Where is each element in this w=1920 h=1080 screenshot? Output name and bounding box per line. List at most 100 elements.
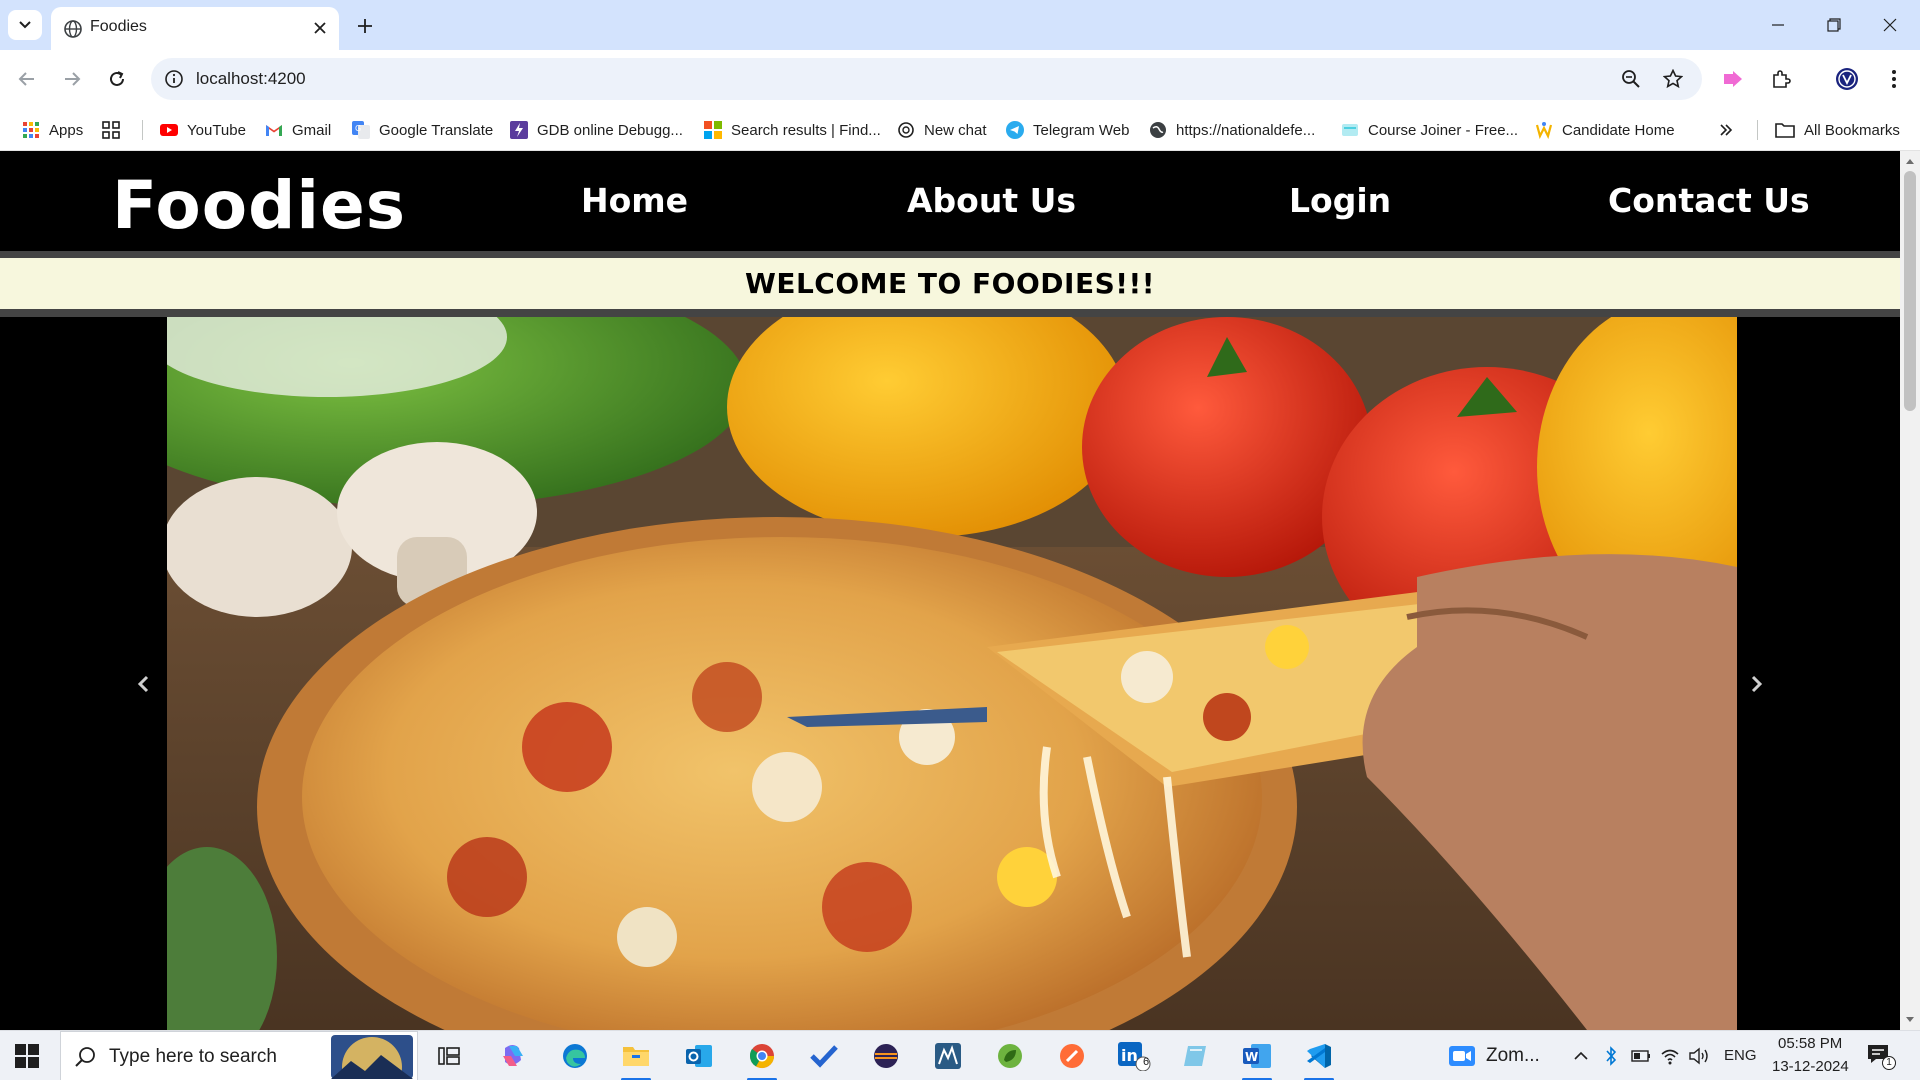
browser-tab-active[interactable]: Foodies [51, 7, 339, 50]
close-icon [1883, 18, 1897, 32]
bookmark-gmail[interactable]: Gmail [265, 118, 331, 142]
outlook-icon [686, 1045, 712, 1067]
taskbar-search-box[interactable]: Type here to search [60, 1031, 418, 1080]
tab-search-button[interactable] [8, 10, 42, 40]
close-icon [314, 22, 326, 34]
chevron-left-icon [137, 675, 149, 693]
close-window-button[interactable] [1862, 0, 1918, 50]
vscode-icon [1307, 1044, 1331, 1068]
bookmark-star-button[interactable] [1661, 67, 1685, 91]
windows-start-icon[interactable] [14, 1043, 40, 1069]
reload-button[interactable] [100, 62, 134, 96]
taskbar-mysql-workbench[interactable] [929, 1038, 967, 1074]
bookmark-apps[interactable]: Apps [22, 118, 83, 142]
bookmark-new-chat[interactable]: New chat [897, 118, 987, 142]
taskbar-word[interactable]: W [1238, 1038, 1276, 1080]
taskbar-linkedin[interactable]: in 6 [1115, 1038, 1153, 1074]
volume-icon[interactable] [1688, 1047, 1710, 1065]
scroll-thumb[interactable] [1904, 171, 1916, 411]
welcome-divider [0, 309, 1900, 317]
scroll-down-icon[interactable] [1900, 1013, 1920, 1027]
restore-button[interactable] [1806, 0, 1862, 50]
notes-icon [1184, 1046, 1206, 1066]
scroll-up-icon[interactable] [1900, 154, 1920, 168]
taskbar-postman[interactable] [1053, 1038, 1091, 1074]
taskbar-chrome[interactable] [743, 1038, 781, 1080]
star-icon [1663, 69, 1683, 89]
browser-menu-button[interactable] [1880, 65, 1908, 93]
bookmarks-overflow-button[interactable] [1718, 118, 1734, 142]
chevron-right-icon [1751, 675, 1763, 693]
carousel-next-button[interactable] [1742, 669, 1772, 699]
taskbar-spring-tool[interactable] [991, 1038, 1029, 1074]
welcome-text: WELCOME TO FOODIES!!! [744, 267, 1156, 300]
extension-button[interactable] [1719, 65, 1747, 93]
apps-grid-icon [23, 122, 39, 138]
taskbar-zoom[interactable]: Zom... [1448, 1038, 1578, 1074]
chevrons-right-icon [1720, 124, 1733, 136]
zoom-button[interactable] [1619, 67, 1643, 91]
globe-icon [64, 20, 82, 38]
tray-overflow-icon[interactable] [1573, 1050, 1589, 1062]
nav-login[interactable]: Login [1289, 181, 1391, 220]
windows-taskbar: Type here to search in 6 W Zom... ENG 05… [0, 1030, 1920, 1080]
search-placeholder: Type here to search [109, 1046, 277, 1067]
minimize-icon [1772, 24, 1784, 26]
bookmark-gdb-online[interactable]: GDB online Debugg... [510, 118, 683, 142]
taskbar-eclipse[interactable] [867, 1038, 905, 1074]
new-tab-button[interactable] [351, 12, 379, 40]
battery-icon[interactable] [1631, 1049, 1651, 1063]
bookmark-google-translate[interactable]: G Google Translate [352, 118, 493, 142]
task-view-button[interactable] [430, 1038, 468, 1074]
bookmark-candidate-home[interactable]: Candidate Home [1535, 118, 1675, 142]
svg-text:W: W [1245, 1050, 1258, 1064]
bookmark-course-joiner[interactable]: Course Joiner - Free... [1341, 118, 1518, 142]
taskbar-todo[interactable] [805, 1038, 843, 1074]
translate-icon: G [352, 121, 370, 139]
bookmark-tab-groups[interactable] [102, 118, 129, 142]
notification-center-button[interactable]: 1 [1866, 1043, 1896, 1071]
bluetooth-icon[interactable] [1604, 1046, 1618, 1066]
bookmark-nationaldefe[interactable]: https://nationaldefe... [1149, 118, 1315, 142]
carousel-prev-button[interactable] [128, 669, 158, 699]
site-navbar: Foodies Home About Us Login Contact Us [0, 151, 1900, 251]
nav-home[interactable]: Home [581, 181, 688, 220]
taskbar-notes[interactable] [1177, 1038, 1215, 1074]
bookmark-search-results[interactable]: Search results | Find... [704, 118, 881, 142]
forward-button[interactable] [55, 62, 89, 96]
more-vertical-icon [1892, 70, 1896, 88]
url-text[interactable]: localhost:4200 [196, 69, 306, 89]
extensions-menu-button[interactable] [1767, 65, 1795, 93]
taskbar-vscode[interactable] [1300, 1038, 1338, 1080]
taskbar-file-explorer[interactable] [617, 1038, 655, 1080]
back-button[interactable] [10, 62, 44, 96]
wifi-icon[interactable] [1660, 1047, 1680, 1065]
minimize-button[interactable] [1750, 0, 1806, 50]
postman-icon [1060, 1044, 1084, 1068]
address-bar[interactable]: localhost:4200 [151, 58, 1702, 100]
all-bookmarks[interactable]: All Bookmarks [1775, 118, 1900, 142]
taskbar-edge[interactable] [556, 1038, 594, 1074]
arrow-left-icon [18, 72, 34, 86]
nav-about-us[interactable]: About Us [907, 181, 1076, 220]
arrow-right-icon [65, 72, 81, 86]
page-scrollbar[interactable] [1900, 151, 1920, 1030]
language-indicator[interactable]: ENG [1724, 1047, 1757, 1064]
bookmark-telegram[interactable]: Telegram Web [1006, 118, 1129, 142]
chevron-down-icon [19, 21, 31, 29]
tab-title: Foodies [90, 18, 147, 35]
tab-close-button[interactable] [309, 17, 331, 39]
site-brand[interactable]: Foodies [112, 167, 406, 244]
svg-text:G: G [355, 124, 361, 133]
clock-time[interactable]: 05:58 PM [1778, 1035, 1842, 1052]
bookmark-youtube[interactable]: YouTube [160, 118, 246, 142]
info-icon[interactable] [163, 68, 185, 90]
taskbar-copilot[interactable] [494, 1038, 532, 1074]
nav-contact-us[interactable]: Contact Us [1608, 181, 1810, 220]
folder-icon [623, 1047, 649, 1066]
pizza-photo [167, 317, 1737, 1030]
profile-button[interactable] [1833, 65, 1861, 93]
edge-icon [563, 1044, 587, 1068]
taskbar-outlook[interactable] [680, 1038, 718, 1074]
clock-date[interactable]: 13-12-2024 [1772, 1058, 1849, 1075]
